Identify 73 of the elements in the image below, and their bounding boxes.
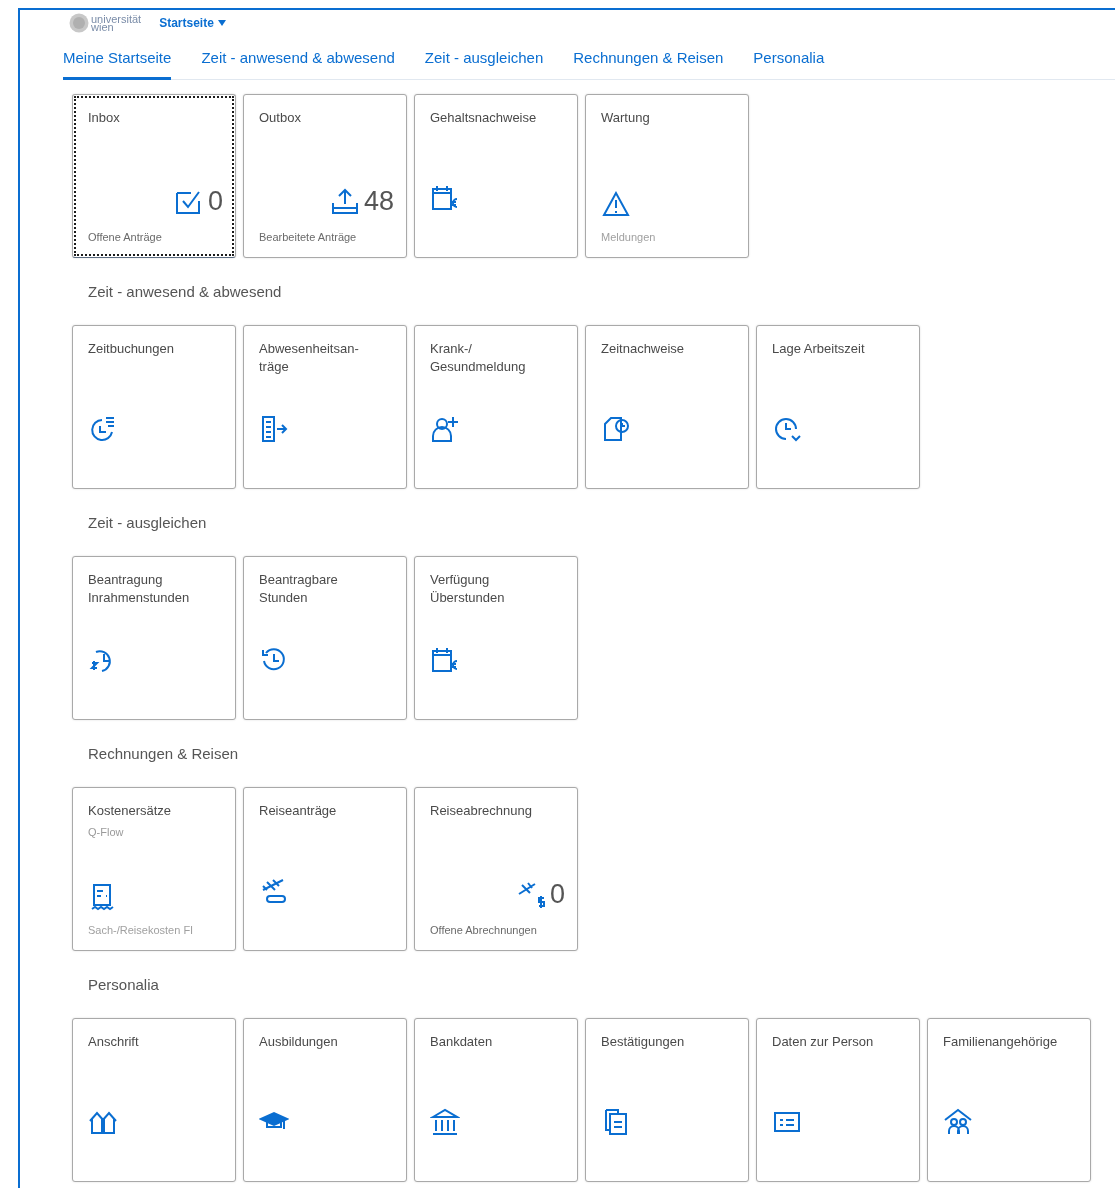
tile-title: Kostenersätze: [88, 802, 173, 820]
bank-icon: [430, 1107, 460, 1137]
tile-count: 0: [549, 879, 565, 910]
tile-title: Beantragung Inrahmenstunden: [88, 571, 191, 607]
app-tile[interactable]: Verfügung Überstunden: [414, 556, 578, 720]
app-tile[interactable]: Bankdaten: [414, 1018, 578, 1182]
seal-icon: [69, 13, 89, 33]
nav-tab[interactable]: Rechnungen & Reisen: [573, 49, 724, 80]
tile-title: Gehaltsnachweise: [430, 109, 538, 127]
tile-title: Inbox: [88, 109, 121, 127]
app-tile[interactable]: Lage Arbeitszeit: [756, 325, 920, 489]
tile-count: 48: [363, 186, 394, 217]
tile-title: Krank-/ Gesundmeldung: [430, 340, 527, 376]
tile-title: Daten zur Person: [772, 1033, 875, 1051]
tile-footer: Bearbeitete Anträge: [259, 231, 394, 243]
tile-title: Ausbildungen: [259, 1033, 339, 1051]
app-tile[interactable]: Inbox 0 Offene Anträge: [72, 94, 236, 258]
caret-icon: [217, 20, 226, 26]
app-tile[interactable]: Krank-/ Gesundmeldung: [414, 325, 578, 489]
tile-title: Beantragbare Stunden: [259, 571, 339, 607]
app-tile[interactable]: Zeitnachweise: [585, 325, 749, 489]
calendar-euro-icon: [430, 183, 460, 213]
tile-title: Abwesenheitsan- träge: [259, 340, 360, 376]
tile-title: Anschrift: [88, 1033, 140, 1051]
tile-title: Reiseabrechnung: [430, 802, 533, 820]
tile-title: Zeitnachweise: [601, 340, 686, 358]
app-tile[interactable]: Familienangehörige: [927, 1018, 1091, 1182]
app-tile[interactable]: Kostenersätze Q-Flow Sach-/Reisekosten FI: [72, 787, 236, 951]
app-tile[interactable]: Beantragung Inrahmenstunden: [72, 556, 236, 720]
app-tile[interactable]: Daten zur Person: [756, 1018, 920, 1182]
upload-tray-icon: [329, 186, 360, 217]
app-tile[interactable]: Abwesenheitsan- träge: [243, 325, 407, 489]
nav-tab[interactable]: Meine Startseite: [63, 49, 172, 80]
nav-tab[interactable]: Zeit - ausgleichen: [424, 49, 544, 80]
tile-title: Familienangehörige: [943, 1033, 1059, 1051]
app-tile[interactable]: Wartung Meldungen: [585, 94, 749, 258]
tile-footer: Sach-/Reisekosten FI: [88, 924, 223, 936]
logo-text: universität wien: [91, 15, 142, 31]
app-tile[interactable]: Outbox 48 Bearbeitete Anträge: [243, 94, 407, 258]
group-heading: Zeit - ausgleichen: [87, 513, 208, 533]
warning-icon: [601, 189, 631, 219]
app-tile[interactable]: Bestätigungen: [585, 1018, 749, 1182]
tile-title: Lage Arbeitszeit: [772, 340, 866, 358]
tile-title: Zeitbuchungen: [88, 340, 175, 358]
tile-footer: Offene Anträge: [88, 231, 223, 243]
page-menu[interactable]: Startseite: [159, 16, 226, 30]
tile-title: Verfügung Überstunden: [430, 571, 506, 607]
tile-title: Bestätigungen: [601, 1033, 686, 1051]
document-clock-icon: [601, 414, 631, 444]
family-home-icon: [943, 1107, 973, 1137]
app-tile[interactable]: Ausbildungen: [243, 1018, 407, 1182]
calendar-euro-icon: [430, 645, 460, 675]
app-tile[interactable]: Reiseanträge: [243, 787, 407, 951]
tile-title: Reiseanträge: [259, 802, 338, 820]
group-heading: Rechnungen & Reisen: [87, 744, 240, 764]
tile-title: Outbox: [259, 109, 302, 127]
nav-tab[interactable]: Zeit - anwesend & abwesend: [201, 49, 395, 80]
building-exit-icon: [259, 414, 289, 444]
group-heading: Zeit - anwesend & abwesend: [87, 282, 283, 302]
tile-footer: Meldungen: [601, 231, 736, 243]
tile-count: 0: [207, 186, 223, 217]
group-heading: Personalia: [87, 975, 160, 995]
person-add-icon: [430, 414, 460, 444]
app-tile[interactable]: Anschrift: [72, 1018, 236, 1182]
tile-footer: Offene Abrechnungen: [430, 924, 565, 936]
app-tile[interactable]: Zeitbuchungen: [72, 325, 236, 489]
tile-subtitle: Q-Flow: [88, 826, 125, 838]
app-tile[interactable]: Gehaltsnachweise: [414, 94, 578, 258]
tile-title: Bankdaten: [430, 1033, 494, 1051]
tile-title: Wartung: [601, 109, 651, 127]
nav-tab[interactable]: Personalia: [753, 49, 825, 80]
app-tile[interactable]: Reiseabrechnung 0 Offene Abrechnungen: [414, 787, 578, 951]
app-tile[interactable]: Beantragbare Stunden: [243, 556, 407, 720]
